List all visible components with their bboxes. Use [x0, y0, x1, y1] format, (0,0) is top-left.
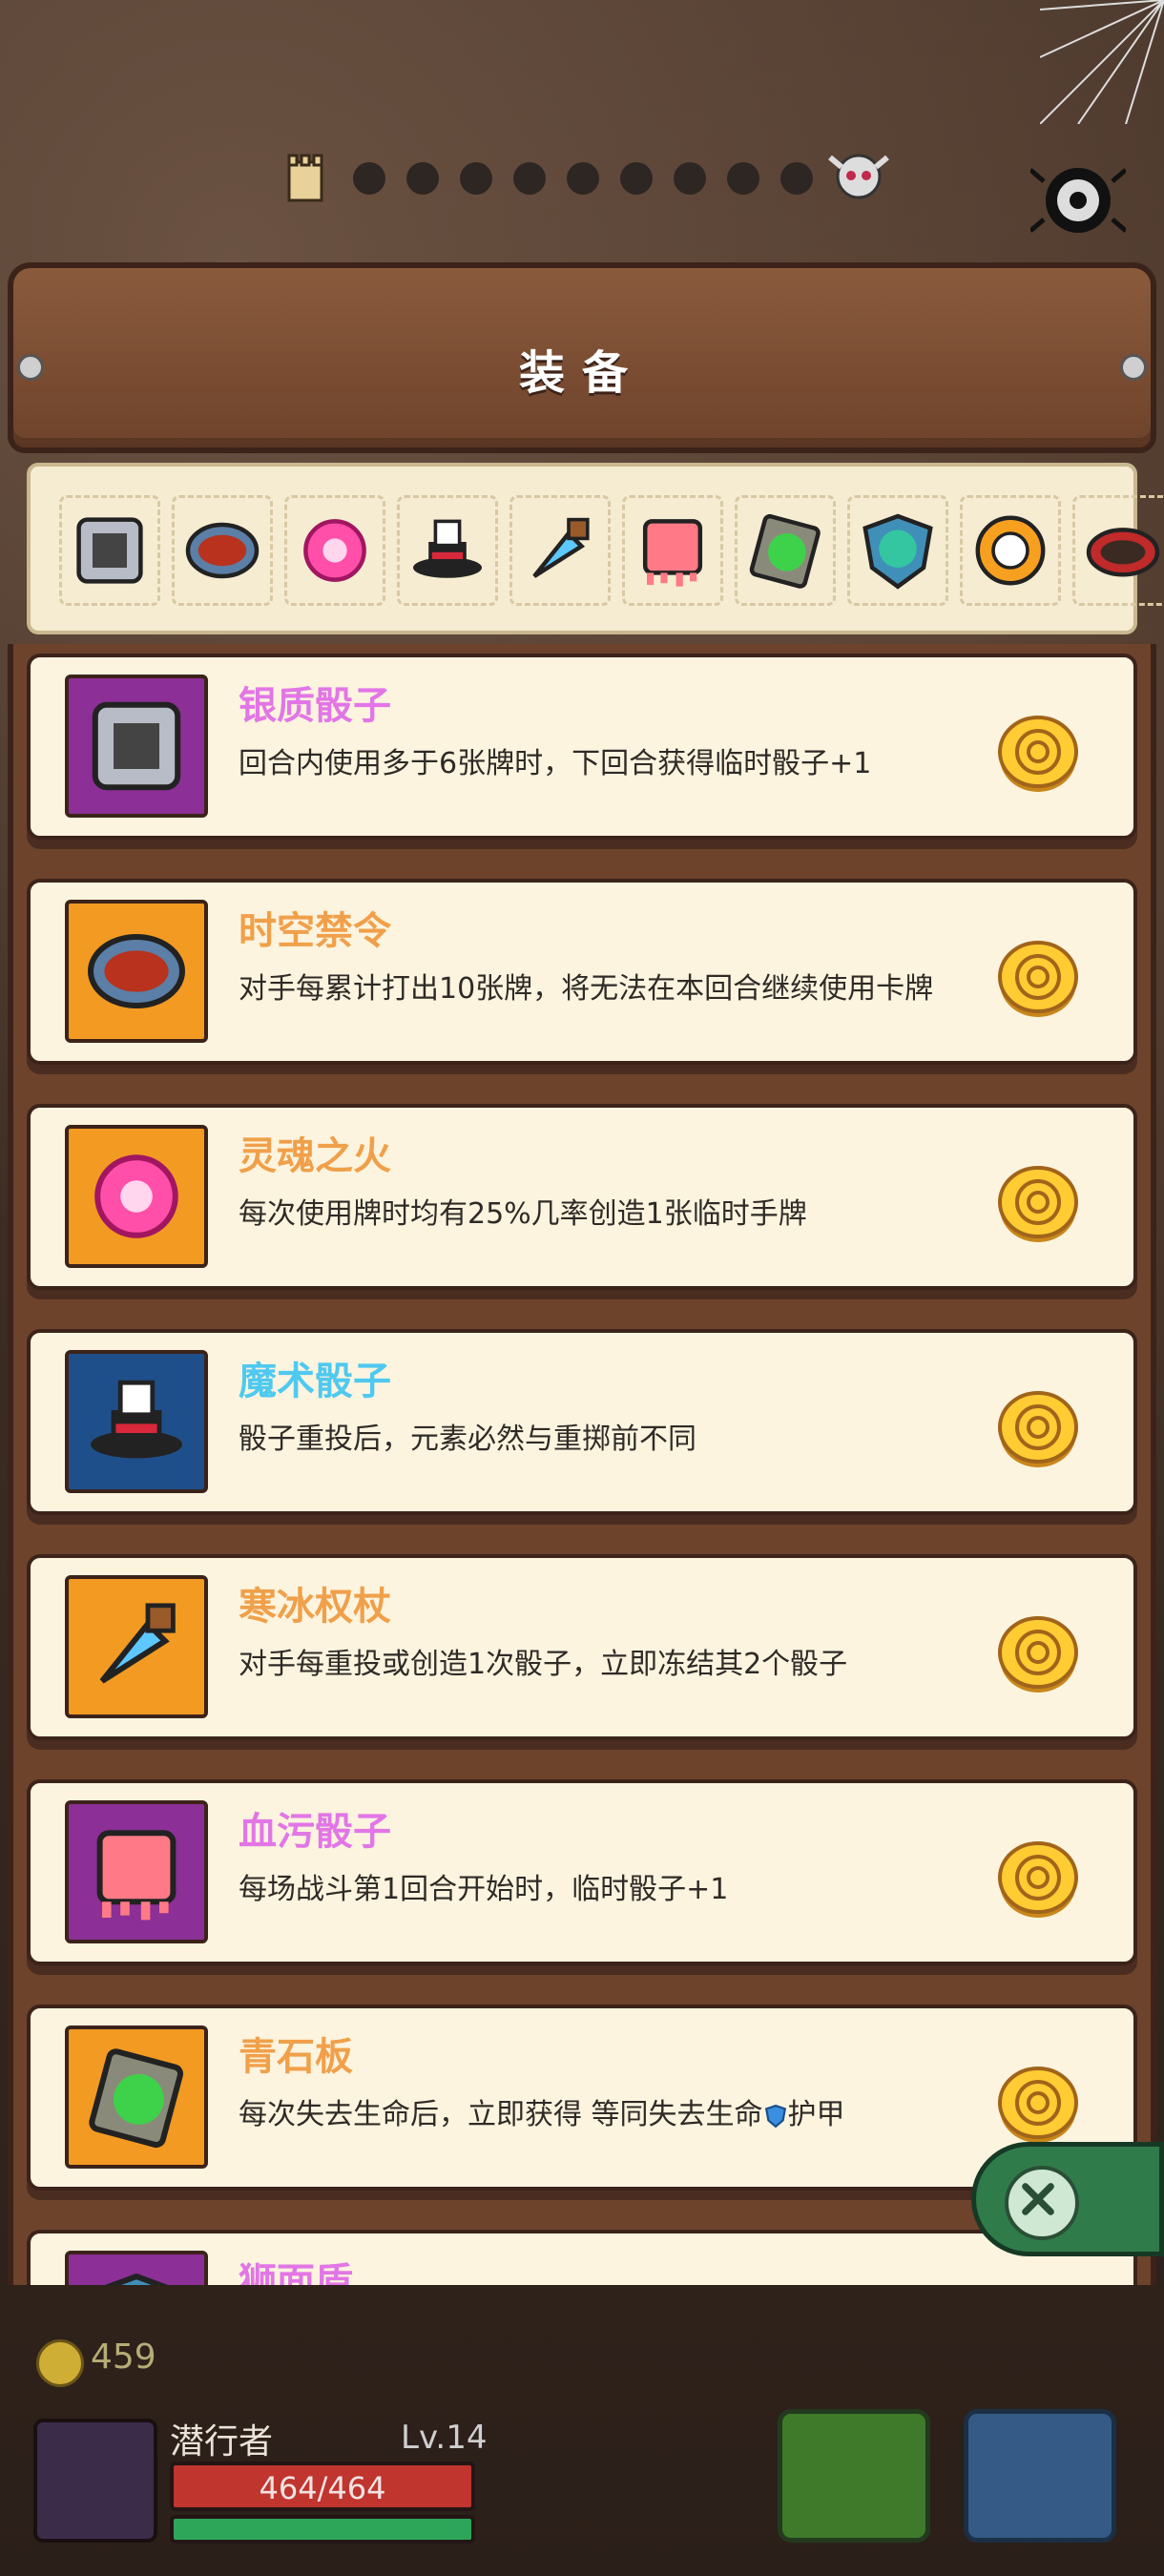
helmet-button[interactable]	[778, 2409, 930, 2543]
equipment-card[interactable]: 灵魂之火每次使用牌时均有25%几率创造1张临时手牌	[27, 1104, 1137, 1290]
lion-shield-icon	[104, 2273, 169, 2285]
close-icon	[1005, 2166, 1079, 2240]
deck-button[interactable]	[964, 2409, 1116, 2543]
equipment-description-text: 每次使用牌时均有25%几率创造1张临时手牌	[239, 1197, 807, 1231]
equipment-description-text: 每场战斗第1回合开始时，临时骰子+1	[239, 1873, 729, 1906]
equipment-description-text: 回合内使用多于6张牌时，下回合获得临时骰子+1	[239, 747, 872, 780]
equipment-card[interactable]: 血污骰子每场战斗第1回合开始时，临时骰子+1	[27, 1779, 1137, 1965]
magic-dice-icon	[91, 1380, 182, 1459]
soul-fire-icon	[303, 519, 366, 582]
sell-coin-icon[interactable]	[995, 1160, 1081, 1246]
player-name: 潜行者	[170, 2422, 274, 2462]
equipment-slot[interactable]	[172, 495, 273, 606]
lion-shield-icon	[863, 513, 933, 590]
equipment-name: 寒冰权杖	[239, 1585, 391, 1629]
equipment-description: 对手每重投或创造1次骰子，立即冻结其2个骰子	[239, 1646, 973, 1684]
equipment-description-suffix: 护甲	[787, 2098, 845, 2131]
equipment-name: 青石板	[239, 2035, 353, 2079]
equipment-description-text: 对手每重投或创造1次骰子，立即冻结其2个骰子	[239, 1648, 848, 1681]
equipment-description-text: 对手每累计打出10张牌，将无法在本回合继续使用卡牌	[239, 972, 934, 1006]
equipment-icon-frame	[65, 2025, 208, 2169]
equipment-icon-frame	[65, 675, 208, 818]
equipment-description: 每次失去生命后，立即获得 等同失去生命 护甲	[239, 2096, 973, 2134]
blood-dice-icon	[642, 519, 703, 587]
equipment-name: 灵魂之火	[239, 1134, 391, 1178]
equipment-slot[interactable]	[59, 495, 160, 606]
equipment-card[interactable]: 青石板每次失去生命后，立即获得 等同失去生命 护甲	[27, 2005, 1137, 2191]
player-avatar[interactable]	[33, 2419, 157, 2543]
time-ban-icon	[88, 934, 185, 1008]
equipment-modal: 装备 银质骰子回合内使用多于6张牌时，下回合获得临时骰子+1 时空禁令对手每累计打…	[8, 262, 1164, 2309]
sell-coin-icon[interactable]	[995, 2061, 1081, 2147]
energy-bar	[170, 2515, 475, 2544]
green-slab-icon	[89, 2048, 184, 2149]
equipment-description: 对手每累计打出10张牌，将无法在本回合继续使用卡牌	[239, 970, 973, 1008]
hp-text: 464/464	[259, 2470, 386, 2506]
sell-coin-icon[interactable]	[995, 1836, 1081, 1922]
equipment-slot[interactable]	[509, 495, 611, 606]
blood-dice-icon	[96, 1830, 177, 1921]
equipment-list[interactable]: 银质骰子回合内使用多于6张牌时，下回合获得临时骰子+1 时空禁令对手每累计打出10…	[8, 644, 1156, 2285]
equipment-slot[interactable]	[735, 495, 836, 606]
player-level: Lv.14	[401, 2419, 488, 2457]
ice-scepter-icon	[99, 1603, 176, 1684]
equipment-icon-frame	[65, 1575, 208, 1718]
sell-coin-icon[interactable]	[995, 710, 1081, 796]
equipment-name: 狮面盾	[239, 2260, 353, 2285]
equipment-description: 骰子重投后，元素必然与重掷前不同	[239, 1421, 973, 1459]
equipment-icon-frame	[65, 900, 208, 1043]
modal-title: 装备	[518, 346, 645, 400]
close-button[interactable]	[971, 2142, 1164, 2256]
ring-icon	[975, 515, 1046, 586]
equipment-slot[interactable]	[1072, 495, 1164, 606]
equipment-description-text: 骰子重投后，元素必然与重掷前不同	[239, 1423, 696, 1456]
green-slab-icon	[749, 513, 821, 589]
map-header	[0, 0, 1164, 267]
equipment-description: 回合内使用多于6张牌时，下回合获得临时骰子+1	[239, 745, 973, 783]
equipment-card[interactable]: 狮面盾	[27, 2230, 1137, 2285]
gold-count: 459	[91, 2337, 156, 2377]
equipment-icon-frame	[65, 2251, 208, 2285]
equipment-name: 银质骰子	[239, 684, 391, 728]
settings-gear-icon[interactable]	[1030, 153, 1126, 248]
armor-shield-icon	[763, 2098, 788, 2131]
silver-dice-icon	[92, 701, 181, 791]
equipment-description: 每次使用牌时均有25%几率创造1张临时手牌	[239, 1195, 973, 1234]
equipment-slot[interactable]	[284, 495, 385, 606]
equipment-name: 魔术骰子	[239, 1360, 391, 1403]
time-ban-icon	[185, 522, 260, 579]
modal-header: 装备	[8, 262, 1156, 453]
equipment-icon-frame	[65, 1125, 208, 1268]
spiked-collar-icon	[1086, 528, 1160, 577]
soul-fire-icon	[94, 1154, 178, 1238]
equipment-description: 每场战斗第1回合开始时，临时骰子+1	[239, 1871, 973, 1909]
sell-coin-icon[interactable]	[995, 1385, 1081, 1471]
sell-coin-icon[interactable]	[995, 935, 1081, 1021]
hp-bar: 464/464	[170, 2462, 475, 2511]
ice-scepter-icon	[532, 517, 590, 578]
equipment-card[interactable]: 时空禁令对手每累计打出10张牌，将无法在本回合继续使用卡牌	[27, 879, 1137, 1065]
spider-web-icon	[1040, 0, 1164, 124]
equipment-name: 时空禁令	[239, 909, 391, 953]
equipment-name: 血污骰子	[239, 1810, 391, 1854]
equipment-card[interactable]: 寒冰权杖对手每重投或创造1次骰子，立即冻结其2个骰子	[27, 1554, 1137, 1740]
gold-coin-icon	[36, 2339, 84, 2387]
castle-tower-icon	[287, 154, 323, 202]
boss-skull-icon	[828, 154, 889, 199]
equipment-slot[interactable]	[847, 495, 948, 606]
magic-dice-icon	[413, 519, 482, 578]
equipment-slot[interactable]	[397, 495, 498, 606]
equipment-icon-frame	[65, 1350, 208, 1493]
silver-dice-icon	[76, 517, 143, 584]
equipment-slot[interactable]	[960, 495, 1061, 606]
sell-coin-icon[interactable]	[995, 1610, 1081, 1696]
equipment-slot[interactable]	[622, 495, 723, 606]
equipment-icon-frame	[65, 1800, 208, 1943]
equipment-strip	[27, 463, 1164, 634]
equipment-description-text: 每次失去生命后，立即获得 等同失去生命	[239, 2098, 763, 2131]
floor-progress-dots	[353, 162, 813, 195]
equipment-card[interactable]: 魔术骰子骰子重投后，元素必然与重掷前不同	[27, 1329, 1137, 1515]
equipment-card[interactable]: 银质骰子回合内使用多于6张牌时，下回合获得临时骰子+1	[27, 654, 1137, 840]
